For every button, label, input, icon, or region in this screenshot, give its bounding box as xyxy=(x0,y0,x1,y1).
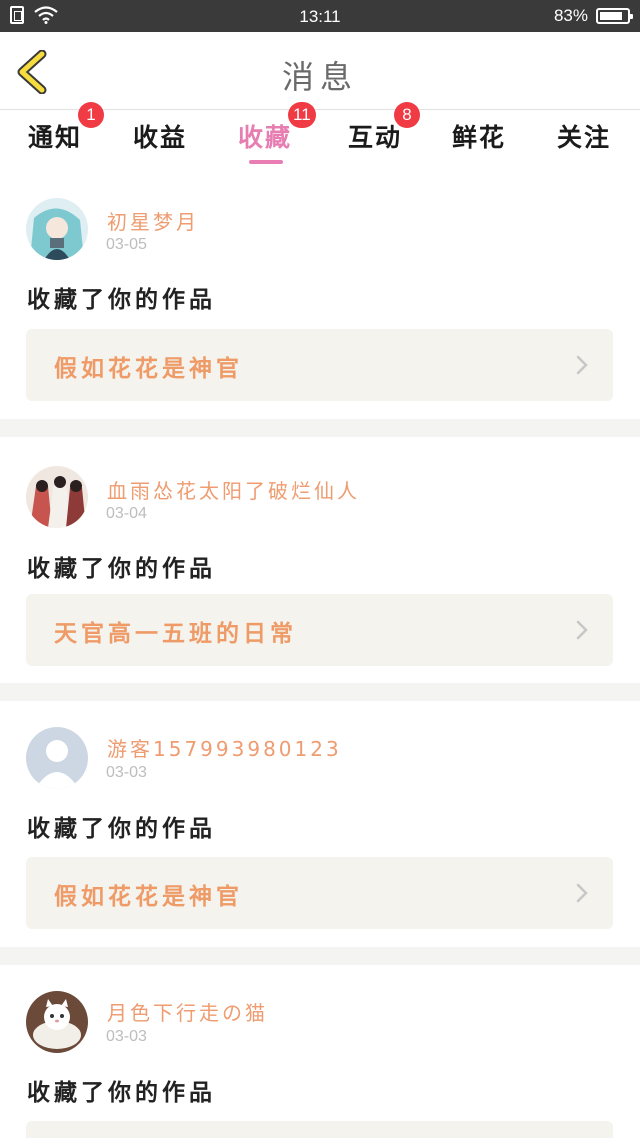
tab-flowers[interactable]: 鲜花 xyxy=(452,118,506,168)
tab-label: 通知 xyxy=(28,123,83,152)
chevron-right-icon xyxy=(576,620,588,640)
tab-following[interactable]: 关注 xyxy=(557,118,611,168)
action-text: 收藏了你的作品 xyxy=(27,556,216,582)
avatar[interactable] xyxy=(26,727,88,789)
work-title: 假如花花是神官 xyxy=(54,356,243,382)
list-item: 月色下行走の猫 03-03 收藏了你的作品 xyxy=(0,965,640,1138)
chevron-right-icon xyxy=(576,883,588,903)
title-bar: 消息 xyxy=(0,32,640,110)
tab-favorites[interactable]: 收藏 11 xyxy=(238,102,316,168)
action-text: 收藏了你的作品 xyxy=(27,287,216,313)
date: 03-04 xyxy=(106,505,147,522)
tab-label: 收益 xyxy=(133,123,188,152)
tab-interactions[interactable]: 互动 8 xyxy=(348,102,420,168)
work-link[interactable] xyxy=(26,1121,613,1138)
list-item: 初星梦月 03-05 收藏了你的作品 假如花花是神官 xyxy=(0,168,640,419)
avatar[interactable] xyxy=(26,991,88,1053)
status-right: 83% xyxy=(553,6,633,26)
active-tab-indicator xyxy=(249,160,283,164)
divider xyxy=(0,683,640,701)
username[interactable]: 血雨怂花太阳了破烂仙人 xyxy=(107,475,360,504)
list-item: 血雨怂花太阳了破烂仙人 03-04 收藏了你的作品 天官高一五班的日常 xyxy=(0,437,640,683)
status-time: 13:11 xyxy=(299,7,341,26)
action-text: 收藏了你的作品 xyxy=(27,1080,216,1106)
messages-screen: 13:11 83% 消息 通知 1 收益 收藏 11 互动 8 鲜花 关注 初星… xyxy=(0,0,640,1138)
tab-label: 关注 xyxy=(557,123,612,152)
status-bar: 13:11 83% xyxy=(0,0,640,32)
date: 03-05 xyxy=(106,236,147,253)
notification-badge: 1 xyxy=(78,102,104,128)
message-tabs: 通知 1 收益 收藏 11 互动 8 鲜花 关注 xyxy=(0,102,640,168)
tab-label: 鲜花 xyxy=(452,123,507,152)
tab-label: 互动 xyxy=(348,123,403,152)
action-text: 收藏了你的作品 xyxy=(27,816,216,842)
tab-notifications[interactable]: 通知 1 xyxy=(28,102,104,168)
tab-label: 收藏 xyxy=(238,123,293,152)
username[interactable]: 月色下行走の猫 xyxy=(107,997,268,1026)
date: 03-03 xyxy=(106,764,147,781)
list-item: 游客157993980123 03-03 收藏了你的作品 假如花花是神官 xyxy=(0,701,640,947)
favorites-badge: 11 xyxy=(288,102,316,128)
date: 03-03 xyxy=(106,1028,147,1045)
divider xyxy=(0,947,640,965)
work-title: 假如花花是神官 xyxy=(54,884,243,910)
tab-earnings[interactable]: 收益 xyxy=(133,118,187,168)
divider xyxy=(0,419,640,437)
work-link[interactable]: 假如花花是神官 xyxy=(26,857,613,929)
interactions-badge: 8 xyxy=(394,102,420,128)
work-title: 天官高一五班的日常 xyxy=(54,621,297,647)
avatar[interactable] xyxy=(26,198,88,260)
chevron-right-icon xyxy=(576,355,588,375)
page-title: 消息 xyxy=(281,58,358,96)
battery-percent: 83% xyxy=(553,6,588,25)
battery-icon xyxy=(596,8,633,24)
work-link[interactable]: 假如花花是神官 xyxy=(26,329,613,401)
username[interactable]: 初星梦月 xyxy=(107,206,199,235)
battery-fill xyxy=(600,12,622,20)
avatar[interactable] xyxy=(26,466,88,528)
work-link[interactable]: 天官高一五班的日常 xyxy=(26,594,613,666)
username[interactable]: 游客157993980123 xyxy=(107,733,342,762)
favorites-feed: 初星梦月 03-05 收藏了你的作品 假如花花是神官 血雨怂花太阳了破烂仙人 0… xyxy=(0,168,640,1138)
